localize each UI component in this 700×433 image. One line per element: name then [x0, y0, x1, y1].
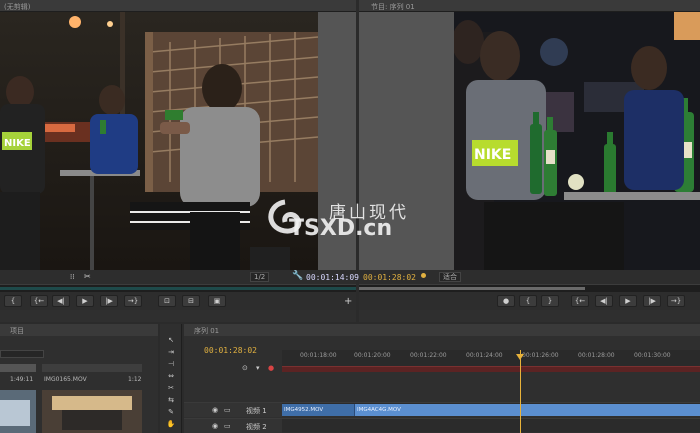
video-track-2: ◉ ▭ 视频 2 — [184, 418, 700, 433]
source-marker-icon[interactable]: ⁞⁞ — [70, 273, 74, 281]
razor-tool-icon[interactable]: ✂ — [164, 384, 178, 393]
selection-tool-icon[interactable]: ↖ — [164, 336, 178, 345]
mark-in-icon[interactable]: { — [519, 295, 537, 307]
mark-in-icon[interactable]: { — [4, 295, 22, 307]
project-tabbar: 项目 — [0, 324, 158, 336]
hand-tool-icon[interactable]: ✋ — [164, 420, 178, 429]
track-select-tool-icon[interactable]: ⇥ — [164, 348, 178, 357]
source-scissors-icon[interactable]: ✂ — [84, 272, 91, 281]
step-forward-icon[interactable]: |▶ — [643, 295, 661, 307]
program-timecode: 00:01:28:02 — [363, 273, 416, 282]
svg-text:NIKE: NIKE — [474, 147, 511, 163]
timeline-panel: 序列 01 00:01:28:02 ⊙ ▾ ● 00:01:18:00 00:0… — [184, 324, 700, 433]
go-to-in-icon[interactable]: {← — [30, 295, 48, 307]
timeline-timecode: 00:01:28:02 — [204, 346, 257, 355]
timeline-clip[interactable]: IMG4AC4G.MOV — [354, 404, 700, 416]
slip-tool-icon[interactable]: ⇆ — [164, 396, 178, 405]
step-back-icon[interactable]: ◀| — [52, 295, 70, 307]
project-tab[interactable]: 项目 — [10, 326, 24, 336]
watermark-text-en: TSXD.cn — [289, 216, 393, 241]
program-scrub-progress — [359, 287, 585, 290]
ruler-tick-label: 00:01:20:00 — [354, 352, 391, 359]
overwrite-icon[interactable]: ⊟ — [182, 295, 200, 307]
timeline-clip[interactable]: IMG4952.MOV — [282, 404, 354, 416]
program-scrub-bar[interactable] — [359, 284, 700, 292]
ruler-tick-label: 00:01:28:00 — [578, 352, 615, 359]
ruler-tick-label: 00:01:30:00 — [634, 352, 671, 359]
source-monitor: (无剪辑) NIKE ⁞⁞ ✂ 1/2 🔧 00:01:14:09 {{← ◀… — [0, 0, 359, 322]
work-area-bar[interactable] — [282, 366, 700, 372]
program-fit-select[interactable]: 适合 — [439, 272, 461, 282]
program-monitor: 节目: 序列 01 NIKE 00:01:28:02 适合 ● {} {← ◀… — [359, 0, 700, 322]
project-item-1-duration: 1:49:11 — [10, 376, 34, 383]
source-scrub-bar[interactable] — [0, 284, 356, 292]
program-video-image: NIKE — [454, 12, 700, 270]
source-scrub-track — [0, 287, 356, 290]
add-icon[interactable]: + — [344, 296, 352, 307]
tools-panel: ↖ ⇥ ⊣ ⇔ ✂ ⇆ ✎ ✋ — [160, 324, 182, 433]
project-item-2-thumbnail[interactable] — [42, 390, 142, 433]
timeline-tab[interactable]: 序列 01 — [194, 326, 219, 336]
play-icon[interactable]: ▶ — [76, 295, 94, 307]
program-tab[interactable]: 节目: 序列 01 — [371, 2, 415, 12]
track-eye-icon[interactable]: ◉ — [212, 422, 218, 430]
project-item-2-duration: 1:12 — [128, 376, 142, 383]
ripple-edit-tool-icon[interactable]: ⊣ — [164, 360, 178, 369]
track-eye-icon[interactable]: ◉ — [212, 406, 218, 414]
source-transport: { {← ◀| ▶ |▶ →} ⊡ ⊟ ▣ + — [0, 292, 356, 310]
insert-icon[interactable]: ⊡ — [158, 295, 176, 307]
premiere-workspace: (无剪辑) NIKE ⁞⁞ ✂ 1/2 🔧 00:01:14:09 {{← ◀… — [0, 0, 700, 433]
step-back-icon[interactable]: ◀| — [595, 295, 613, 307]
program-tabbar: 节目: 序列 01 — [359, 0, 700, 12]
snap-icon[interactable]: ⊙ — [242, 364, 248, 372]
pen-tool-icon[interactable]: ✎ — [164, 408, 178, 417]
video-track-2-label: 视频 2 — [246, 423, 267, 431]
go-to-out-icon[interactable]: →} — [124, 295, 142, 307]
source-timecode: 00:01:14:09 — [306, 273, 359, 282]
source-tab[interactable]: (无剪辑) — [4, 2, 30, 12]
export-frame-icon[interactable]: ▣ — [208, 295, 226, 307]
play-icon[interactable]: ▶ — [619, 295, 637, 307]
watermark-logo: 唐山现代 TSXD.cn — [263, 196, 443, 244]
playhead-handle[interactable] — [516, 354, 524, 360]
source-tabbar: (无剪辑) — [0, 0, 356, 12]
ruler-tick-label: 00:01:18:00 — [300, 352, 337, 359]
go-to-out-icon[interactable]: →} — [667, 295, 685, 307]
rate-stretch-tool-icon[interactable]: ⇔ — [164, 372, 178, 381]
program-transport: ● { } {← ◀| ▶ |▶ →} — [359, 292, 700, 310]
track-lock-icon[interactable]: ▭ — [224, 406, 231, 414]
program-info-bar: 00:01:28:02 适合 — [359, 270, 700, 284]
ruler-tick-label: 00:01:24:00 — [466, 352, 503, 359]
video-track-2-header[interactable]: ◉ ▭ 视频 2 — [184, 419, 282, 433]
playhead-line[interactable] — [520, 350, 521, 433]
marker-icon[interactable]: ● — [268, 364, 274, 372]
add-marker-icon[interactable]: ▾ — [256, 364, 260, 372]
project-thumb-1-strip — [0, 364, 36, 372]
program-marker-dot — [421, 273, 426, 278]
source-fit-select[interactable]: 1/2 — [250, 272, 270, 282]
mark-out-icon[interactable]: } — [541, 295, 559, 307]
step-forward-icon[interactable]: |▶ — [100, 295, 118, 307]
go-to-in-icon[interactable]: {← — [571, 295, 589, 307]
timeline-tabbar: 序列 01 — [184, 324, 700, 336]
video-track-1: ◉ ▭ 视频 1 IMG4952.MOV IMG4AC4G.MOV — [184, 402, 700, 417]
source-info-bar: ⁞⁞ ✂ 1/2 🔧 00:01:14:09 — [0, 270, 359, 284]
project-panel: 项目 1:49:11 IMG0165.MOV 1:12 — [0, 324, 158, 433]
video-track-1-label: 视频 1 — [246, 407, 267, 415]
project-item-2-name[interactable]: IMG0165.MOV — [44, 376, 87, 383]
wrench-icon[interactable]: 🔧 — [292, 271, 303, 281]
project-search-input[interactable] — [0, 350, 44, 358]
video-track-1-header[interactable]: ◉ ▭ 视频 1 — [184, 403, 282, 417]
track-lock-icon[interactable]: ▭ — [224, 422, 231, 430]
timeline-ruler[interactable]: 00:01:18:00 00:01:20:00 00:01:22:00 00:0… — [282, 350, 700, 366]
svg-text:NIKE: NIKE — [4, 138, 31, 149]
project-thumb-2-strip — [42, 364, 142, 372]
ruler-tick-label: 00:01:22:00 — [410, 352, 447, 359]
add-marker-icon[interactable]: ● — [497, 295, 515, 307]
project-item-1-thumbnail[interactable] — [0, 390, 36, 433]
ruler-tick-label: 00:01:26:00 — [522, 352, 559, 359]
program-video-frame: NIKE — [454, 12, 700, 270]
